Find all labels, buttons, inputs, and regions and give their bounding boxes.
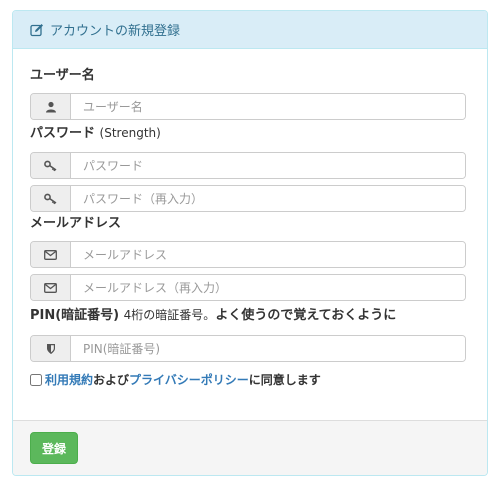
password-group <box>30 152 466 179</box>
password-confirm-input[interactable] <box>71 186 465 211</box>
terms-text-and: および <box>93 373 130 387</box>
edit-icon <box>30 23 44 37</box>
privacy-policy-link[interactable]: プライバシーポリシー <box>129 371 249 388</box>
username-label: ユーザー名 <box>30 68 95 83</box>
username-group <box>30 93 466 120</box>
password-input[interactable] <box>71 153 465 178</box>
registration-form: ユーザー名 パスワード (Strength) <box>13 68 487 388</box>
pin-input[interactable] <box>71 336 465 361</box>
email-group <box>30 241 466 268</box>
user-icon <box>31 94 71 119</box>
password-label: パスワード (Strength) <box>30 125 467 142</box>
envelope-icon <box>31 242 71 267</box>
pin-group <box>30 335 466 362</box>
terms-checkbox[interactable] <box>30 373 42 386</box>
terms-of-use-link[interactable]: 利用規約 <box>45 371 93 388</box>
register-button[interactable]: 登録 <box>30 432 78 464</box>
username-input[interactable] <box>71 94 465 119</box>
email-input[interactable] <box>71 242 465 267</box>
shield-icon <box>31 336 71 361</box>
terms-agreement: 利用規約 および プライバシーポリシー に同意します <box>30 371 467 388</box>
email-confirm-group <box>30 274 466 301</box>
registration-panel: アカウントの新規登録 ユーザー名 パスワード (Strength) <box>12 10 488 476</box>
pin-label: PIN(暗証番号) 4桁の暗証番号。よく使うので覚えておくように <box>30 307 467 324</box>
email-label: メールアドレス <box>30 216 122 231</box>
panel-title: アカウントの新規登録 <box>50 24 181 39</box>
key-icon <box>31 153 71 178</box>
key-icon <box>31 186 71 211</box>
password-confirm-group <box>30 185 466 212</box>
pin-hint-text: 4桁の暗証番号。 <box>123 308 216 322</box>
terms-text-agree: に同意します <box>248 373 321 387</box>
panel-heading: アカウントの新規登録 <box>13 11 487 49</box>
password-label-text: パスワード <box>30 126 96 141</box>
envelope-icon <box>31 275 71 300</box>
password-strength-text: (Strength) <box>99 126 161 140</box>
email-confirm-input[interactable] <box>71 275 465 300</box>
pin-hint-emphasis: よく使うので覚えておくように <box>215 308 397 323</box>
panel-footer: 登録 <box>13 420 487 475</box>
pin-label-text: PIN(暗証番号) <box>30 308 120 323</box>
